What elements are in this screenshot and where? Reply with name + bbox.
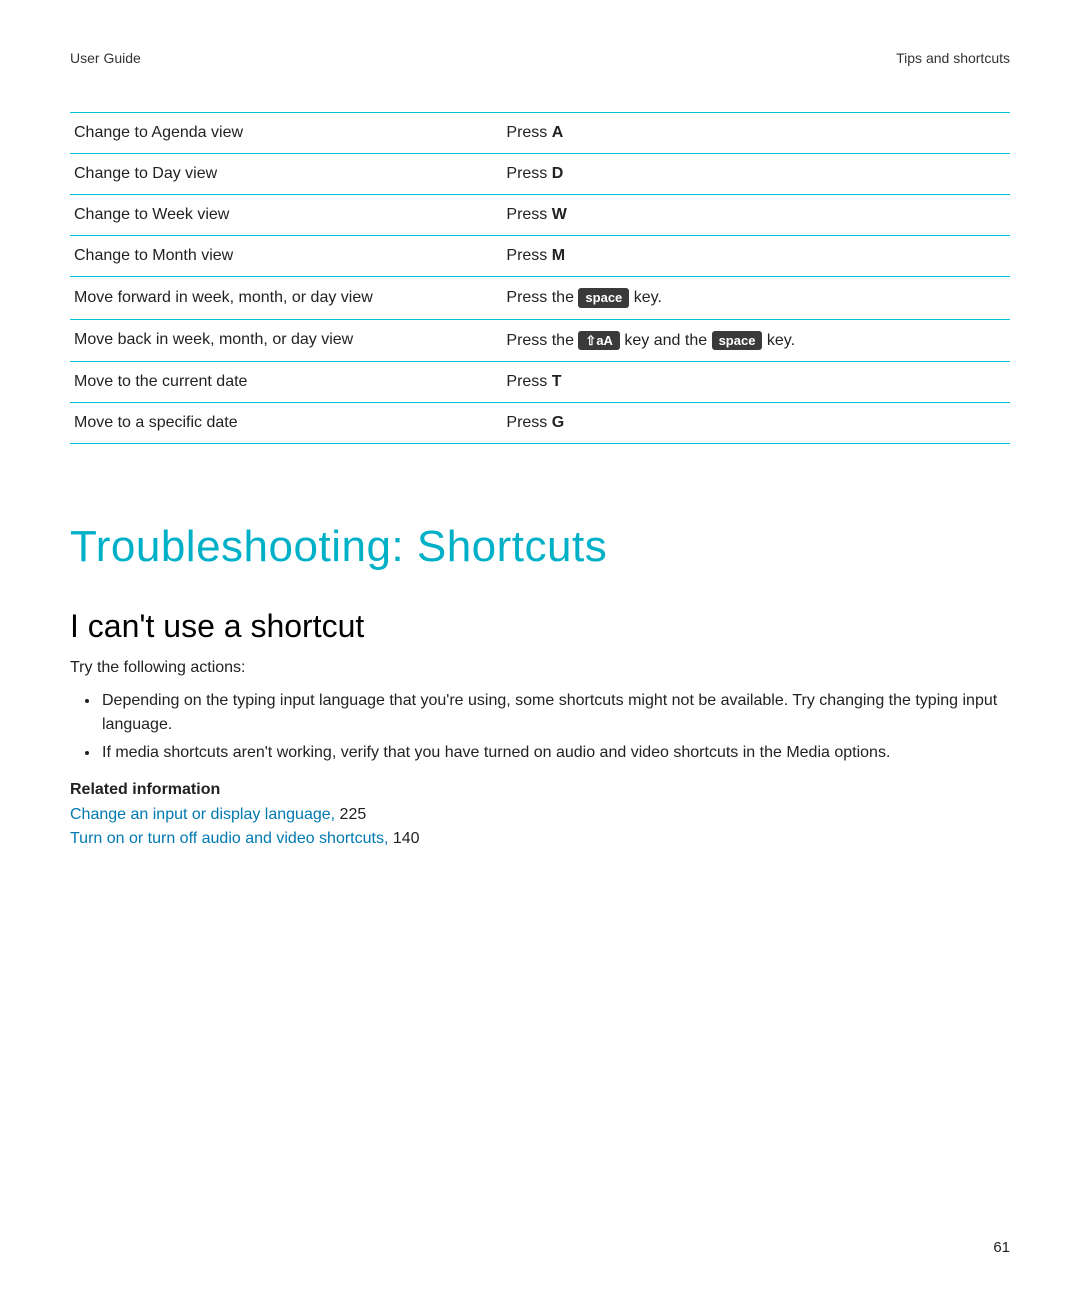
table-row: Move forward in week, month, or day view… (70, 277, 1010, 320)
shortcut-action: Change to Week view (70, 195, 502, 236)
list-item: Depending on the typing input language t… (100, 689, 1010, 737)
related-link[interactable]: Change an input or display language, (70, 806, 335, 823)
list-item: If media shortcuts aren't working, verif… (100, 741, 1010, 765)
shortcut-keys: Press the space key. (502, 277, 1010, 320)
related-link[interactable]: Turn on or turn off audio and video shor… (70, 830, 388, 847)
related-heading: Related information (70, 781, 1010, 799)
shortcut-keys: Press G (502, 403, 1010, 444)
related-page-number: 140 (388, 830, 419, 847)
section-title: I can't use a shortcut (70, 608, 1010, 645)
shortcut-action: Move to the current date (70, 362, 502, 403)
shortcut-action: Change to Agenda view (70, 113, 502, 154)
header-left: User Guide (70, 50, 141, 66)
table-row: Change to Week viewPress W (70, 195, 1010, 236)
shortcut-action: Move forward in week, month, or day view (70, 277, 502, 320)
related-page-number: 225 (335, 806, 366, 823)
keycap-icon: space (712, 331, 763, 351)
shortcut-action: Move back in week, month, or day view (70, 319, 502, 362)
shortcut-keys: Press M (502, 236, 1010, 277)
page-number: 61 (993, 1239, 1010, 1256)
shift-key-icon: ⇧aA (578, 331, 620, 351)
table-row: Change to Month viewPress M (70, 236, 1010, 277)
page-header: User Guide Tips and shortcuts (70, 50, 1010, 66)
keycap-icon: space (578, 288, 629, 308)
shortcut-keys: Press the ⇧aA key and the space key. (502, 319, 1010, 362)
table-row: Change to Day viewPress D (70, 154, 1010, 195)
table-row: Move to a specific datePress G (70, 403, 1010, 444)
shortcut-keys: Press T (502, 362, 1010, 403)
table-row: Move back in week, month, or day viewPre… (70, 319, 1010, 362)
related-link-line: Turn on or turn off audio and video shor… (70, 827, 1010, 851)
shortcuts-table: Change to Agenda viewPress AChange to Da… (70, 112, 1010, 444)
intro-text: Try the following actions: (70, 659, 1010, 677)
header-right: Tips and shortcuts (896, 50, 1010, 66)
shortcut-keys: Press D (502, 154, 1010, 195)
shortcut-keys: Press W (502, 195, 1010, 236)
shortcut-keys: Press A (502, 113, 1010, 154)
related-link-line: Change an input or display language, 225 (70, 803, 1010, 827)
shortcut-action: Change to Day view (70, 154, 502, 195)
shortcut-action: Change to Month view (70, 236, 502, 277)
page-title: Troubleshooting: Shortcuts (70, 522, 1010, 572)
table-row: Change to Agenda viewPress A (70, 113, 1010, 154)
table-row: Move to the current datePress T (70, 362, 1010, 403)
shortcut-action: Move to a specific date (70, 403, 502, 444)
actions-list: Depending on the typing input language t… (70, 689, 1010, 765)
